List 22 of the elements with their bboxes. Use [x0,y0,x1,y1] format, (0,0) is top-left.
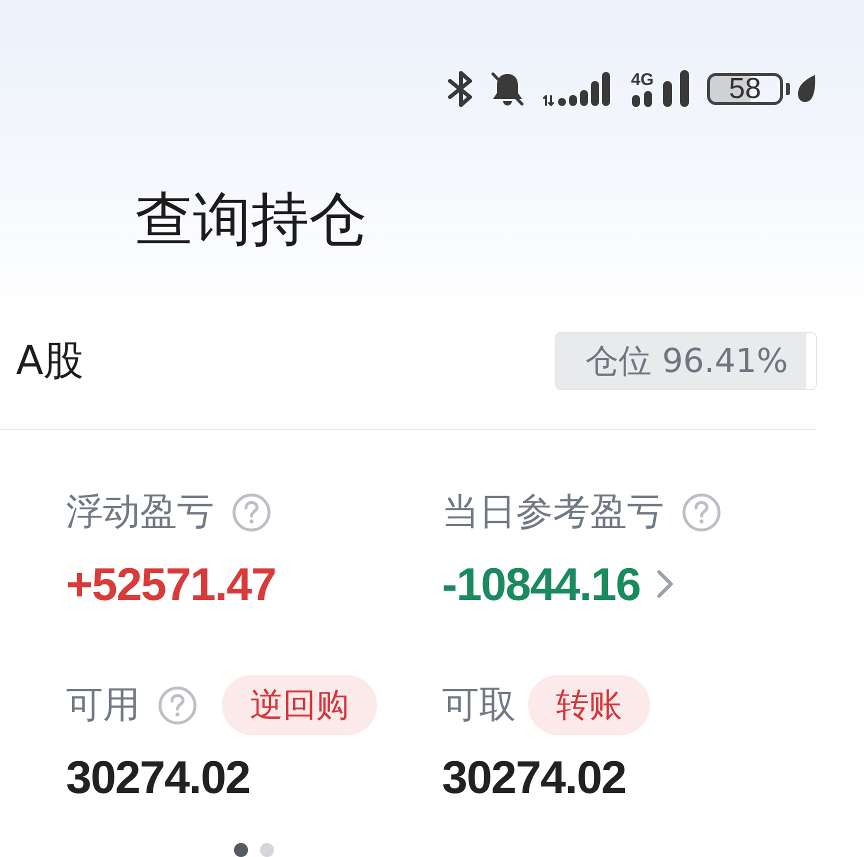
battery-level-text: 58 [728,74,762,104]
metric-label: 可取 [442,683,516,727]
bell-off-icon [490,71,525,107]
page-title: 查询持仓 [135,184,367,254]
page-indicator-dot[interactable] [234,843,248,857]
action-button[interactable]: 逆回购 [222,675,377,735]
action-button[interactable]: 转账 [528,675,650,735]
withdrawable-funds-value: 30274.02 [442,750,626,805]
chevron-right-icon[interactable] [656,569,674,599]
help-icon[interactable] [158,686,197,724]
leaf-icon [796,74,818,104]
daily-pnl-value: -10844.16 [442,557,640,612]
help-icon[interactable] [682,492,721,532]
available-funds-value: 30274.02 [66,750,250,805]
metric-label: 当日参考盈亏 [442,490,664,534]
help-icon[interactable] [232,492,271,532]
page-indicator-dot[interactable] [260,843,274,857]
floating-pnl-value: +52571.47 [66,557,276,612]
market-label: A股 [16,337,84,385]
metric-label: 浮动盈亏 [66,490,214,534]
position-badge: 仓位 96.41% [554,332,817,390]
metric-label: 可用 [66,683,140,727]
